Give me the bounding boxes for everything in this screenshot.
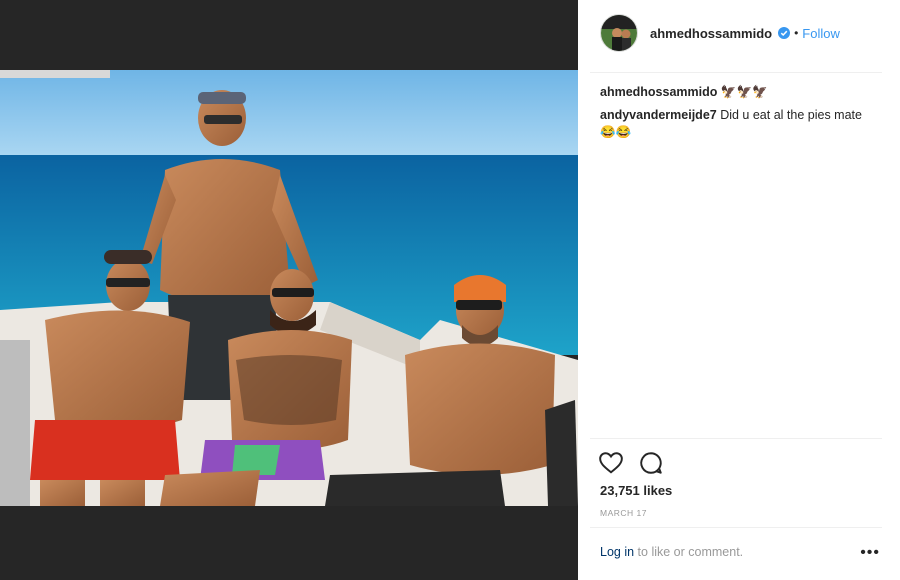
follow-button[interactable]: Follow [802, 26, 840, 41]
footer-divider [590, 527, 882, 528]
login-link[interactable]: Log in [600, 545, 634, 559]
comment-item: andyvandermeijde7 Did u eat al the pies … [600, 107, 880, 141]
comment-username[interactable]: ahmedhossammido [600, 85, 717, 99]
speech-bubble-icon[interactable] [638, 450, 664, 476]
login-prompt-text: to like or comment. [637, 545, 744, 559]
post-header: ahmedhossammido • Follow [578, 0, 900, 66]
post-media-area [0, 0, 578, 580]
actions-divider [590, 438, 882, 439]
avatar-image [601, 15, 637, 51]
post-photo[interactable] [0, 70, 578, 506]
login-prompt: Log in to like or comment. [600, 545, 743, 559]
comment-text: 🦅🦅🦅 [720, 85, 768, 99]
username[interactable]: ahmedhossammido [650, 26, 772, 41]
instagram-post: ahmedhossammido • Follow ahmedhossammido… [0, 0, 900, 580]
comments-list: ahmedhossammido 🦅🦅🦅 andyvandermeijde7 Di… [600, 84, 880, 147]
header-divider [590, 72, 882, 73]
post-date: MARCH 17 [600, 508, 647, 518]
boat-group-photo [0, 70, 578, 506]
avatar[interactable] [600, 14, 638, 52]
post-side-panel: ahmedhossammido • Follow ahmedhossammido… [578, 0, 900, 580]
verified-badge-icon [778, 27, 791, 39]
heart-icon[interactable] [598, 450, 624, 476]
action-bar [598, 450, 664, 476]
more-options-icon[interactable]: ••• [860, 544, 880, 562]
comment-item: ahmedhossammido 🦅🦅🦅 [600, 84, 880, 101]
likes-count[interactable]: 23,751 likes [600, 483, 672, 498]
separator-dot: • [794, 26, 799, 40]
comment-username[interactable]: andyvandermeijde7 [600, 108, 717, 122]
